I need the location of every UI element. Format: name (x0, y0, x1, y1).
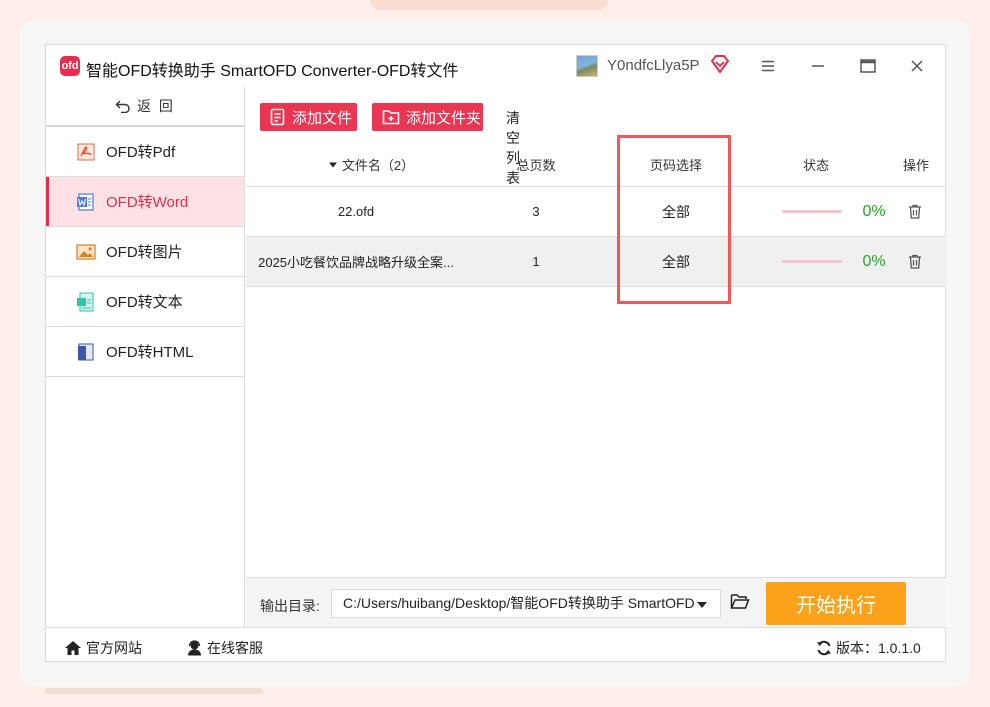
status-bar: 官方网站 在线客服 版本：1.0.1.0 (46, 627, 945, 663)
minimize-button[interactable] (807, 55, 829, 77)
background-decoration (370, 0, 608, 10)
customer-service-icon (188, 640, 201, 656)
vip-diamond-icon[interactable] (710, 55, 730, 73)
add-folder-button[interactable]: 添加文件夹 (372, 103, 483, 131)
sidebar-item-label: OFD转HTML (106, 344, 194, 361)
row-page-select[interactable]: 全部 (636, 237, 716, 286)
sidebar: 返 回 OFD转Pdf OFD转Word OFD转图片 OFD转文本 OFD转H… (46, 87, 245, 627)
row-progress-bar (782, 237, 842, 286)
pdf-icon (77, 143, 95, 160)
background-bar (45, 688, 263, 694)
header-status: 状态 (802, 158, 829, 173)
text-icon (77, 292, 94, 311)
output-label: 输出目录: (260, 598, 320, 614)
title-bar: ofd 智能OFD转换助手 SmartOFD Converter-OFD转文件 … (46, 45, 945, 87)
back-button[interactable]: 返 回 (46, 87, 244, 127)
row-percent: 0% (862, 202, 886, 220)
online-service-link[interactable]: 在线客服 (186, 638, 263, 658)
username[interactable]: Y0ndfcLlya5P (607, 57, 700, 74)
table-row[interactable]: 22.ofd 3 全部 0% (246, 187, 946, 237)
add-folder-label: 添加文件夹 (406, 109, 482, 127)
refresh-icon (817, 640, 831, 656)
sidebar-item-label: OFD转图片 (106, 244, 183, 261)
back-label: 返 回 (137, 98, 175, 114)
word-icon (77, 192, 94, 211)
home-icon (65, 641, 81, 655)
online-service-label: 在线客服 (207, 640, 263, 656)
close-icon (911, 60, 923, 72)
official-website-label: 官方网站 (86, 640, 142, 656)
app-logo: ofd (60, 56, 80, 76)
trash-icon (909, 254, 921, 269)
sidebar-item-ofd-to-word[interactable]: OFD转Word (46, 177, 244, 227)
add-file-button[interactable]: 添加文件 (260, 103, 357, 131)
delete-button[interactable] (902, 187, 928, 236)
delete-button[interactable] (902, 237, 928, 286)
sidebar-item-ofd-to-image[interactable]: OFD转图片 (46, 227, 244, 277)
row-filename: 22.ofd (337, 204, 375, 219)
version-label: 版本：1.0.1.0 (836, 640, 921, 656)
sidebar-item-label: OFD转Pdf (106, 144, 176, 161)
header-page-select: 页码选择 (649, 158, 702, 173)
chevron-down-icon (697, 602, 707, 608)
start-button[interactable]: 开始执行 (766, 582, 906, 625)
row-pages: 1 (532, 254, 540, 269)
folder-open-icon[interactable] (730, 593, 750, 610)
add-file-label: 添加文件 (292, 109, 353, 127)
row-progress-bar (782, 187, 842, 236)
trash-icon (909, 204, 921, 219)
maximize-button[interactable] (857, 55, 879, 77)
menu-icon (762, 60, 774, 72)
output-path: C:/Users/huibang/Desktop/智能OFD转换助手 Smart… (343, 595, 695, 611)
close-button[interactable] (906, 55, 928, 77)
sidebar-item-ofd-to-pdf[interactable]: OFD转Pdf (46, 127, 244, 177)
header-filename[interactable]: 文件名（2） (286, 143, 456, 186)
header-filename-label: 文件名（2） (341, 158, 415, 173)
menu-button[interactable] (757, 55, 779, 77)
html-icon (78, 343, 94, 360)
output-bar: 输出目录: C:/Users/huibang/Desktop/智能OFD转换助手… (246, 577, 946, 627)
version-info[interactable]: 版本：1.0.1.0 (816, 638, 921, 658)
sidebar-item-ofd-to-text[interactable]: OFD转文本 (46, 277, 244, 327)
sidebar-item-ofd-to-html[interactable]: OFD转HTML (46, 327, 244, 377)
sidebar-item-label: OFD转Word (106, 194, 189, 211)
back-arrow-icon (115, 100, 130, 113)
output-directory-select[interactable]: C:/Users/huibang/Desktop/智能OFD转换助手 Smart… (331, 589, 721, 618)
official-website-link[interactable]: 官方网站 (64, 638, 142, 658)
app-title: 智能OFD转换助手 SmartOFD Converter-OFD转文件 (86, 63, 459, 80)
add-file-icon (270, 108, 285, 126)
row-page-select[interactable]: 全部 (636, 187, 716, 236)
sort-down-icon (328, 162, 337, 167)
maximize-icon (860, 59, 876, 73)
row-percent: 0% (862, 252, 886, 270)
app-window: ofd 智能OFD转换助手 SmartOFD Converter-OFD转文件 … (45, 44, 946, 662)
sidebar-item-label: OFD转文本 (106, 294, 183, 311)
row-pages: 3 (532, 204, 540, 219)
row-filename: 2025小吃餐饮品牌战略升级全案... (258, 255, 454, 270)
add-folder-icon (382, 110, 400, 125)
header-action: 操作 (902, 158, 929, 173)
avatar[interactable] (576, 55, 598, 77)
image-icon (76, 243, 96, 260)
minimize-icon (812, 65, 824, 67)
header-pages: 总页数 (516, 158, 556, 173)
table-row[interactable]: 2025小吃餐饮品牌战略升级全案... 1 全部 0% (246, 237, 946, 287)
file-table: 文件名（2） 总页数 页码选择 状态 操作 22.ofd 3 全部 0% 202… (246, 143, 946, 287)
table-header: 文件名（2） 总页数 页码选择 状态 操作 (246, 143, 946, 187)
